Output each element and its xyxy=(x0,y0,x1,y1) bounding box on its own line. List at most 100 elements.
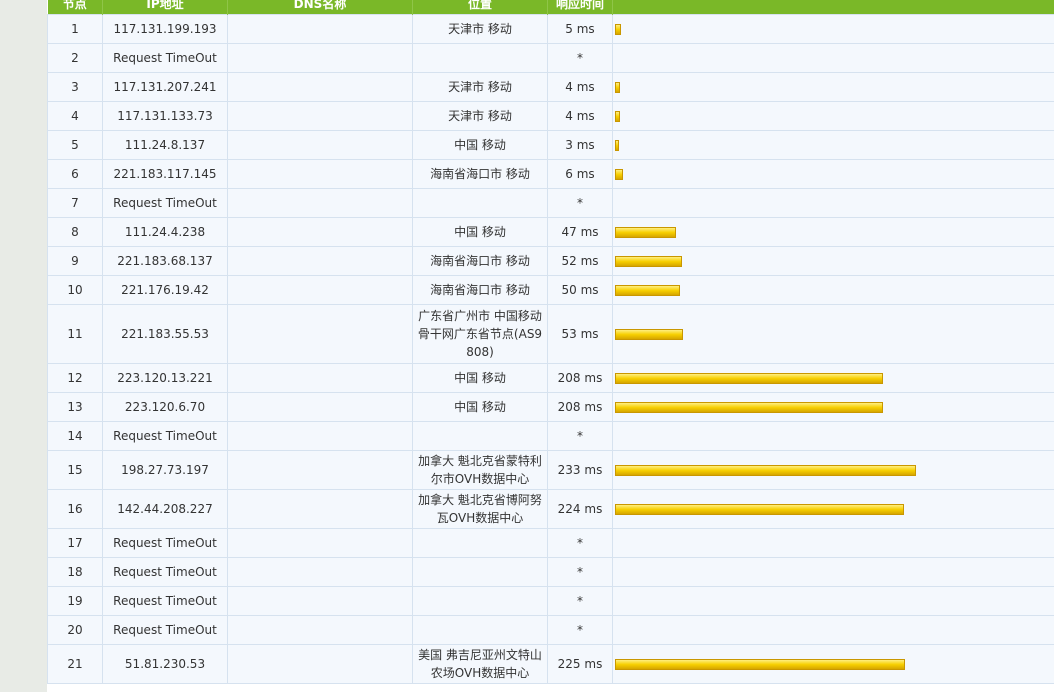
traceroute-table: 节点 IP地址 DNS名称 位置 响应时间 1117.131.199.193天津… xyxy=(47,0,1054,684)
hop-cell: 8 xyxy=(48,218,103,247)
hop-cell: 4 xyxy=(48,102,103,131)
location-cell: 海南省海口市 移动 xyxy=(413,160,548,189)
dns-cell xyxy=(228,44,413,73)
ip-cell: Request TimeOut xyxy=(103,189,228,218)
hop-cell: 2 xyxy=(48,44,103,73)
response-time-cell: 225 ms xyxy=(548,645,613,684)
dns-cell xyxy=(228,490,413,529)
ip-cell: Request TimeOut xyxy=(103,422,228,451)
location-cell xyxy=(413,44,548,73)
ip-cell: Request TimeOut xyxy=(103,558,228,587)
ip-cell: Request TimeOut xyxy=(103,587,228,616)
response-time-cell: * xyxy=(548,616,613,645)
latency-bar xyxy=(615,329,683,340)
ip-cell: 117.131.199.193 xyxy=(103,15,228,44)
hop-cell: 14 xyxy=(48,422,103,451)
latency-bar xyxy=(615,402,883,413)
ip-cell: 223.120.6.70 xyxy=(103,393,228,422)
ip-cell: 142.44.208.227 xyxy=(103,490,228,529)
hop-cell: 15 xyxy=(48,451,103,490)
latency-bar xyxy=(615,465,916,476)
location-cell: 中国 移动 xyxy=(413,393,548,422)
latency-bar-cell xyxy=(613,305,1054,364)
hop-cell: 21 xyxy=(48,645,103,684)
latency-bar xyxy=(615,256,682,267)
hop-cell: 3 xyxy=(48,73,103,102)
response-time-cell: 5 ms xyxy=(548,15,613,44)
latency-bar xyxy=(615,111,620,122)
latency-bar-cell xyxy=(613,364,1054,393)
location-cell xyxy=(413,422,548,451)
latency-bar-cell xyxy=(613,490,1054,529)
dns-cell xyxy=(228,645,413,684)
response-time-cell: 50 ms xyxy=(548,276,613,305)
response-time-cell: 47 ms xyxy=(548,218,613,247)
latency-bar xyxy=(615,140,619,151)
table-row: 11221.183.55.53广东省广州市 中国移动骨干网广东省节点(AS980… xyxy=(48,305,1054,364)
location-cell: 海南省海口市 移动 xyxy=(413,247,548,276)
response-time-cell: * xyxy=(548,44,613,73)
dns-cell xyxy=(228,529,413,558)
location-cell xyxy=(413,189,548,218)
ip-cell: 51.81.230.53 xyxy=(103,645,228,684)
dns-cell xyxy=(228,305,413,364)
dns-cell xyxy=(228,616,413,645)
location-cell: 海南省海口市 移动 xyxy=(413,276,548,305)
hop-cell: 12 xyxy=(48,364,103,393)
dns-cell xyxy=(228,102,413,131)
latency-bar-cell xyxy=(613,616,1054,645)
table-row: 10221.176.19.42海南省海口市 移动50 ms xyxy=(48,276,1054,305)
latency-bar xyxy=(615,169,623,180)
header-location: 位置 xyxy=(413,0,548,15)
latency-bar-cell xyxy=(613,422,1054,451)
table-row: 9221.183.68.137海南省海口市 移动52 ms xyxy=(48,247,1054,276)
header-ip: IP地址 xyxy=(103,0,228,15)
latency-bar xyxy=(615,373,883,384)
response-time-cell: 4 ms xyxy=(548,102,613,131)
location-cell: 加拿大 魁北克省博阿努瓦OVH数据中心 xyxy=(413,490,548,529)
response-time-cell: 53 ms xyxy=(548,305,613,364)
latency-bar-cell xyxy=(613,451,1054,490)
table-row: 4117.131.133.73天津市 移动4 ms xyxy=(48,102,1054,131)
table-row: 8111.24.4.238中国 移动47 ms xyxy=(48,218,1054,247)
table-row: 19Request TimeOut * xyxy=(48,587,1054,616)
hop-cell: 9 xyxy=(48,247,103,276)
latency-bar-cell xyxy=(613,645,1054,684)
dns-cell xyxy=(228,364,413,393)
response-time-cell: * xyxy=(548,587,613,616)
ip-cell: 117.131.207.241 xyxy=(103,73,228,102)
response-time-cell: 224 ms xyxy=(548,490,613,529)
response-time-cell: * xyxy=(548,189,613,218)
header-hop: 节点 xyxy=(48,0,103,15)
latency-bar xyxy=(615,24,621,35)
table-row: 3117.131.207.241 天津市 移动4 ms xyxy=(48,73,1054,102)
latency-bar-cell xyxy=(613,131,1054,160)
hop-cell: 19 xyxy=(48,587,103,616)
dns-cell xyxy=(228,218,413,247)
ip-cell: 221.183.55.53 xyxy=(103,305,228,364)
latency-bar xyxy=(615,659,905,670)
response-time-cell: 208 ms xyxy=(548,393,613,422)
latency-bar-cell xyxy=(613,276,1054,305)
ip-cell: 221.176.19.42 xyxy=(103,276,228,305)
hop-cell: 11 xyxy=(48,305,103,364)
location-cell: 中国 移动 xyxy=(413,218,548,247)
latency-bar-cell xyxy=(613,15,1054,44)
table-row: 18Request TimeOut* xyxy=(48,558,1054,587)
ip-cell: 111.24.8.137 xyxy=(103,131,228,160)
header-response-time: 响应时间 xyxy=(548,0,613,15)
latency-bar-cell xyxy=(613,73,1054,102)
dns-cell xyxy=(228,189,413,218)
location-cell: 天津市 移动 xyxy=(413,73,548,102)
latency-bar-cell xyxy=(613,529,1054,558)
hop-cell: 17 xyxy=(48,529,103,558)
ip-cell: 221.183.117.145 xyxy=(103,160,228,189)
location-cell: 中国 移动 xyxy=(413,364,548,393)
location-cell: 美国 弗吉尼亚州文特山农场OVH数据中心 xyxy=(413,645,548,684)
dns-cell xyxy=(228,160,413,189)
response-time-cell: 4 ms xyxy=(548,73,613,102)
ip-cell: 223.120.13.221 xyxy=(103,364,228,393)
latency-bar-cell xyxy=(613,247,1054,276)
latency-bar-cell xyxy=(613,102,1054,131)
latency-bar-cell xyxy=(613,558,1054,587)
